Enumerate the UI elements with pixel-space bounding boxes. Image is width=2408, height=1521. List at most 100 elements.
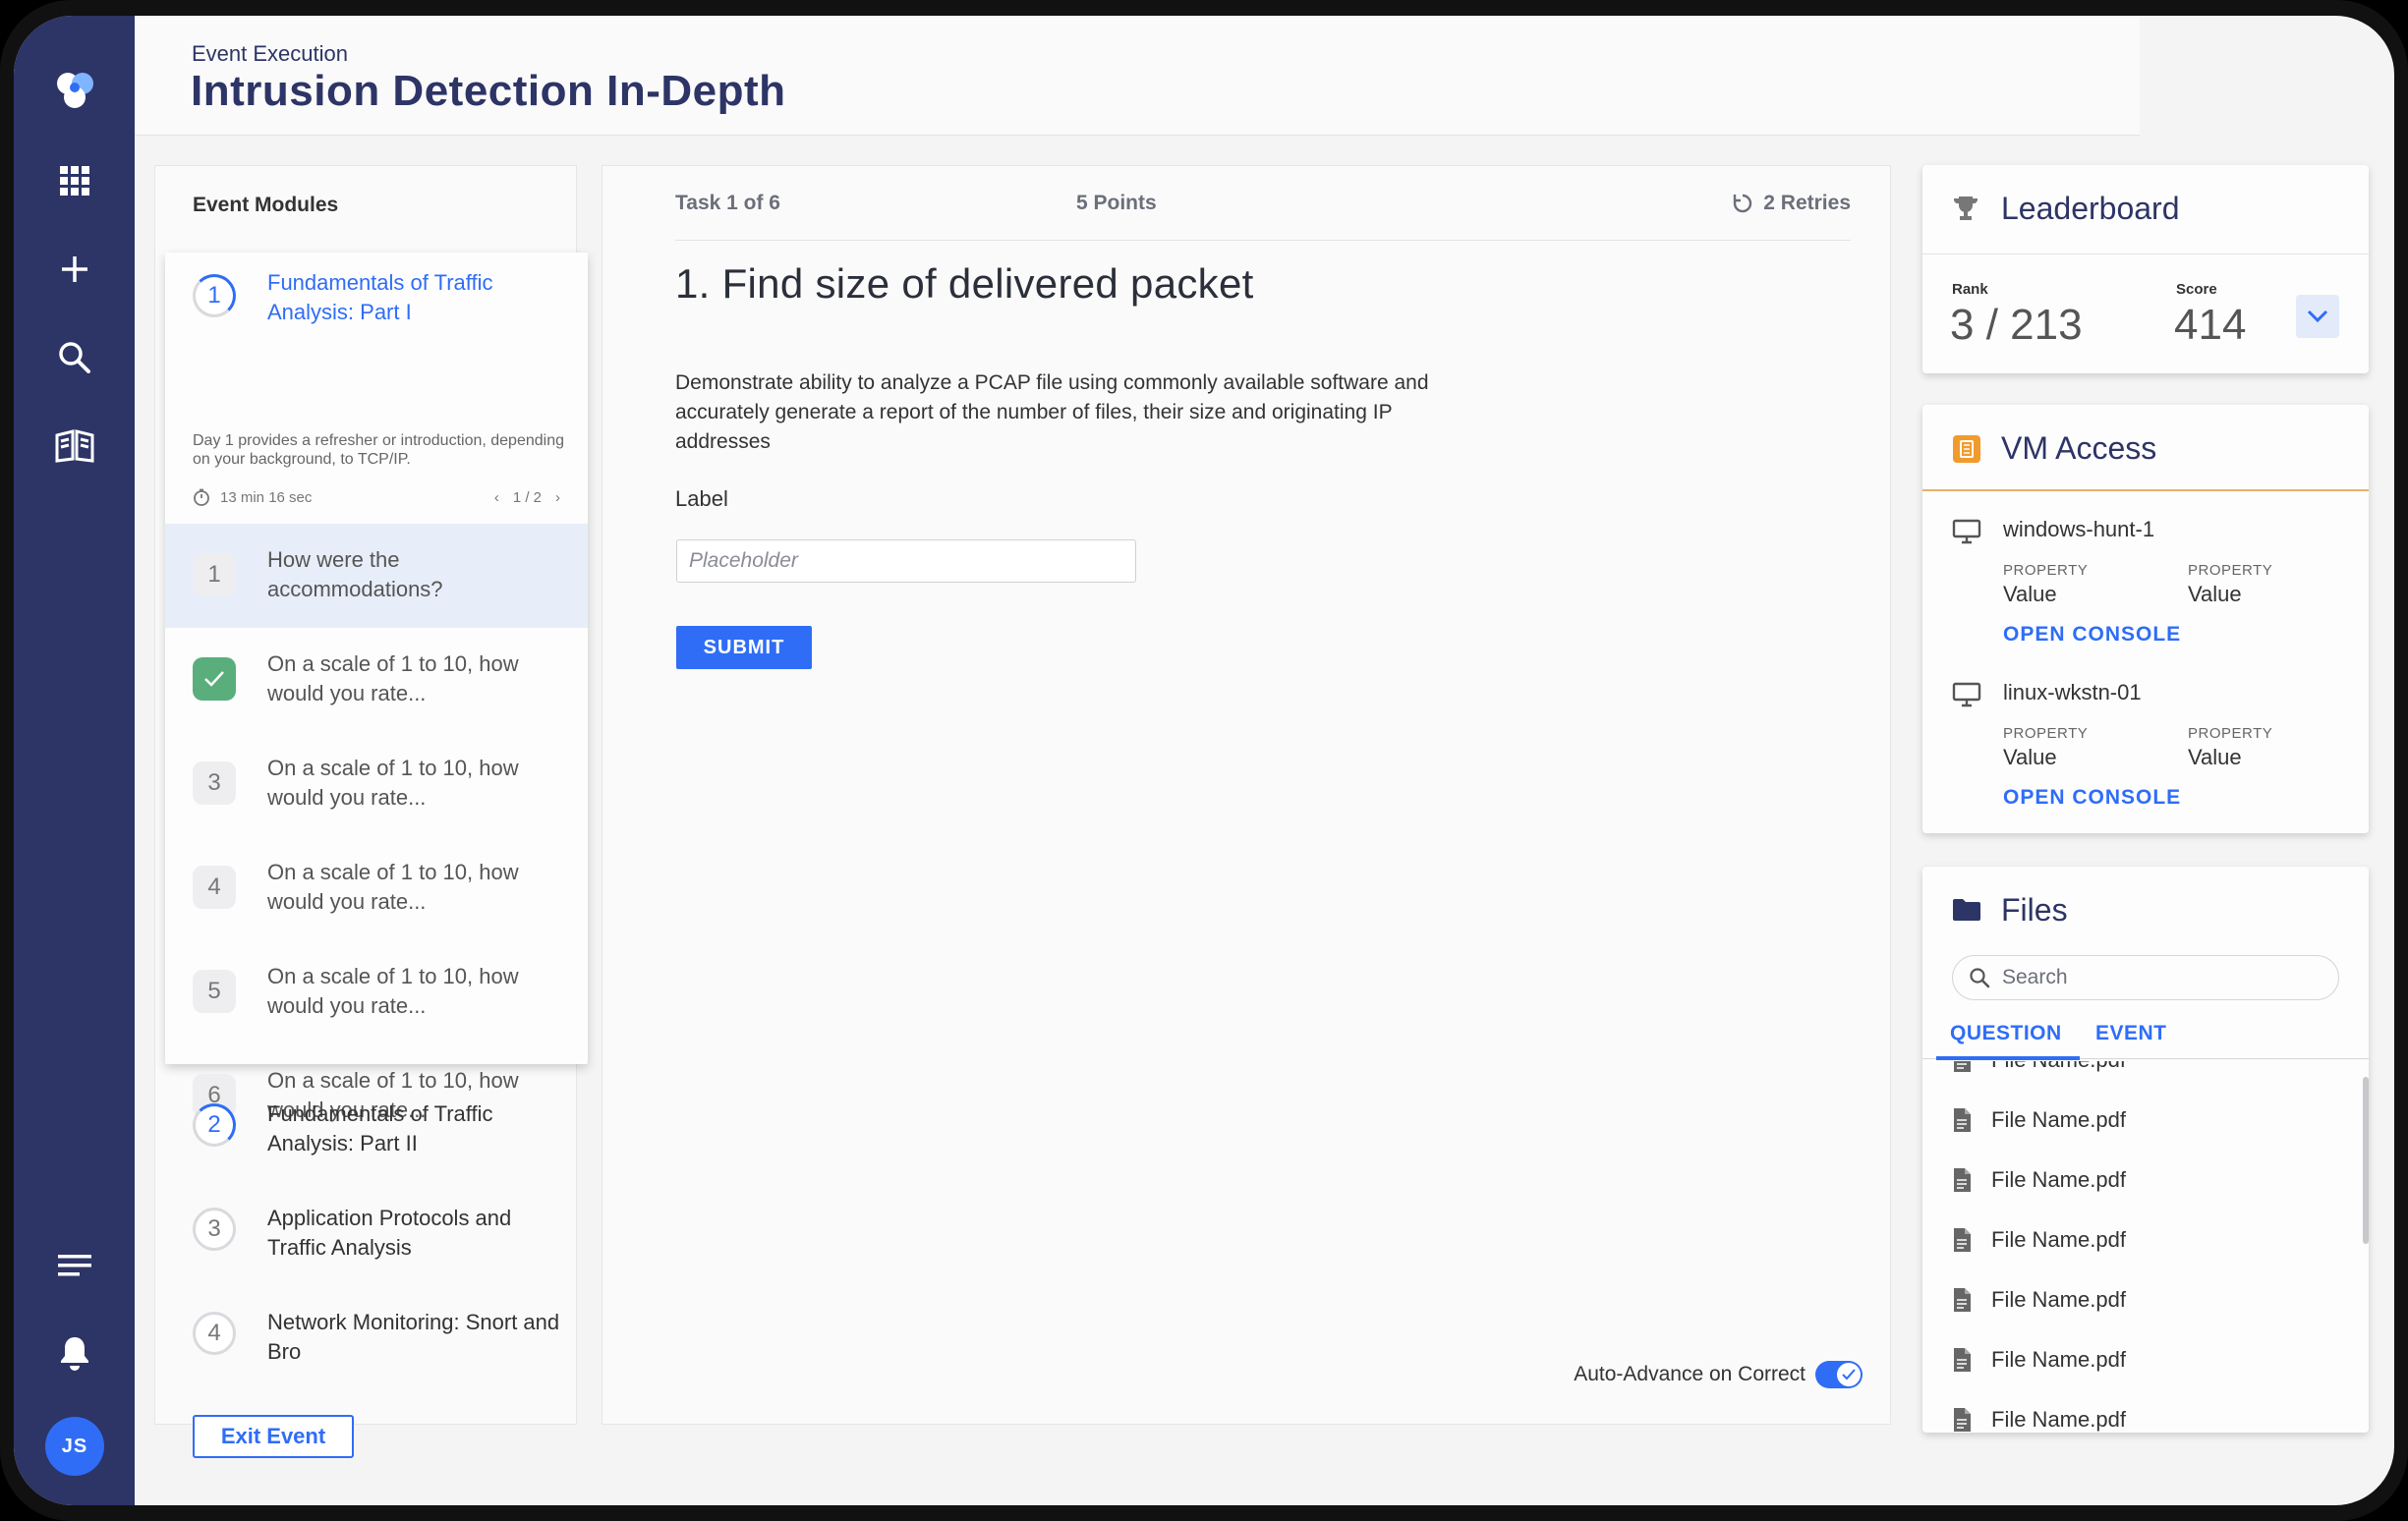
- task-topbar: Task 1 of 6 5 Points 2 Retries: [675, 166, 1851, 241]
- check-icon: [1837, 1363, 1861, 1386]
- task-list-item[interactable]: 5 On a scale of 1 to 10, how would you ra…: [165, 940, 588, 1044]
- active-module-description: Day 1 provides a refresher or introducti…: [193, 432, 564, 468]
- library-icon[interactable]: [14, 417, 135, 476]
- vm-access-card: VM Access windows-hunt-1 PROPERTY Value …: [1922, 405, 2369, 833]
- task-number: 1: [193, 553, 236, 596]
- files-search-placeholder: Search: [2002, 966, 2068, 988]
- module-progress-ring: 3: [193, 1208, 236, 1251]
- apps-grid-icon[interactable]: [14, 151, 135, 210]
- plus-icon[interactable]: [14, 240, 135, 299]
- module-title[interactable]: Fundamentals of Traffic Analysis: Part I…: [267, 1099, 562, 1158]
- app-screen: JS Event Execution Intrusion Detection I…: [14, 16, 2394, 1505]
- rank-value: 3 / 213: [1950, 301, 2083, 349]
- file-list: File Name.pdf File Name.pdf File Name.pdf F…: [1922, 1061, 2369, 1433]
- vm-property-value: Value: [2003, 745, 2057, 769]
- module-progress-ring: 2: [193, 1103, 236, 1147]
- modules-heading: Event Modules: [193, 194, 339, 216]
- file-list-item[interactable]: File Name.pdf: [1952, 1287, 2126, 1313]
- active-module-meta: 13 min 16 sec ‹ 1 / 2 ›: [193, 488, 560, 506]
- chevron-left-icon[interactable]: ‹: [494, 489, 499, 506]
- task-number: 5: [193, 970, 236, 1013]
- document-icon: [1954, 1228, 1971, 1252]
- task-list-item[interactable]: 4 On a scale of 1 to 10, how would you ra…: [165, 836, 588, 940]
- file-name: File Name.pdf: [1991, 1287, 2126, 1312]
- file-list-item[interactable]: File Name.pdf: [1952, 1347, 2126, 1373]
- event-modules-panel: Event Modules 1 Fundamentals of Traffic …: [154, 165, 588, 1425]
- pager-text: 1 / 2: [512, 488, 542, 506]
- search-icon: [1970, 968, 1990, 988]
- file-list-item[interactable]: File Name.pdf: [1952, 1167, 2126, 1193]
- task-list-text: On a scale of 1 to 10, how would you rat…: [267, 756, 519, 810]
- file-name: File Name.pdf: [1991, 1407, 2126, 1432]
- logo-icon[interactable]: [14, 61, 135, 120]
- page-eyebrow: Event Execution: [192, 41, 348, 66]
- leaderboard-title: Leaderboard: [2001, 191, 2180, 226]
- answer-input[interactable]: [676, 539, 1136, 583]
- module-title[interactable]: Network Monitoring: Snort and Bro: [267, 1308, 562, 1367]
- auto-advance-toggle[interactable]: [1815, 1361, 1863, 1388]
- file-list-item[interactable]: File Name.pdf: [1952, 1407, 2126, 1433]
- page-header: Event Execution Intrusion Detection In-D…: [135, 18, 2140, 136]
- exit-event-button[interactable]: Exit Event: [193, 1415, 354, 1458]
- file-list-item[interactable]: File Name.pdf: [1952, 1107, 2126, 1133]
- task-list-text: On a scale of 1 to 10, how would you rat…: [267, 651, 519, 705]
- monitor-icon: [1952, 519, 1981, 549]
- monitor-icon: [1952, 682, 1981, 712]
- file-name: File Name.pdf: [1991, 1107, 2126, 1132]
- vm-property-key: PROPERTY: [2003, 725, 2089, 742]
- files-title: Files: [2001, 892, 2068, 928]
- files-tabs: QUESTION EVENT: [1922, 1010, 2369, 1060]
- task-panel: Task 1 of 6 5 Points 2 Retries 1. Find s…: [602, 165, 1891, 1425]
- timer-icon: [194, 488, 209, 506]
- module-progress-ring: 1: [193, 274, 236, 317]
- leaderboard-expand-button[interactable]: [2296, 295, 2339, 338]
- task-list-text: On a scale of 1 to 10, how would you rat…: [267, 860, 519, 914]
- auto-advance-label: Auto-Advance on Correct: [1574, 1363, 1806, 1385]
- document-icon: [1954, 1348, 1971, 1372]
- document-icon: [1954, 1288, 1971, 1312]
- retries-text: 2 Retries: [1763, 192, 1851, 214]
- server-icon: [1952, 434, 1981, 469]
- vm-name: linux-wkstn-01: [2003, 680, 2142, 704]
- task-description: Demonstrate ability to analyze a PCAP fi…: [675, 371, 1429, 453]
- task-list-item[interactable]: On a scale of 1 to 10, how would you rat…: [165, 628, 588, 732]
- file-list-item[interactable]: File Name.pdf: [1952, 1061, 2126, 1073]
- active-module-title[interactable]: Fundamentals of Traffic Analysis: Part I: [267, 268, 562, 327]
- file-name: File Name.pdf: [1991, 1227, 2126, 1252]
- vm-property-value: Value: [2188, 745, 2242, 769]
- files-search-input[interactable]: Search: [1952, 955, 2339, 1000]
- file-name: File Name.pdf: [1991, 1061, 2126, 1073]
- file-list-item[interactable]: File Name.pdf: [1952, 1227, 2126, 1253]
- device-frame: JS Event Execution Intrusion Detection I…: [0, 0, 2408, 1521]
- tab-event[interactable]: EVENT: [2095, 1022, 2167, 1045]
- search-icon[interactable]: [14, 328, 135, 387]
- bell-icon[interactable]: [14, 1324, 135, 1383]
- task-number: 4: [193, 866, 236, 909]
- vm-property-key: PROPERTY: [2003, 562, 2089, 579]
- trophy-icon: [1952, 195, 1979, 227]
- module-time: 13 min 16 sec: [220, 488, 313, 506]
- task-number: 3: [193, 761, 236, 805]
- module-title[interactable]: Application Protocols and Traffic Analys…: [267, 1204, 562, 1263]
- task-list-item[interactable]: 1 How were the accommodations?: [165, 524, 588, 628]
- rank-label: Rank: [1952, 281, 1988, 298]
- divider: [1922, 489, 2369, 491]
- chevron-right-icon[interactable]: ›: [555, 489, 560, 506]
- score-label: Score: [2176, 281, 2217, 298]
- menu-icon[interactable]: [14, 1236, 135, 1295]
- document-icon: [1954, 1408, 1971, 1432]
- file-list-scrollbar[interactable]: [2363, 1077, 2369, 1244]
- tab-question[interactable]: QUESTION: [1936, 1022, 2080, 1060]
- submit-button[interactable]: SUBMIT: [676, 626, 812, 669]
- module-pager: ‹ 1 / 2 ›: [494, 489, 560, 506]
- file-name: File Name.pdf: [1991, 1167, 2126, 1192]
- vm-property-key: PROPERTY: [2188, 725, 2273, 742]
- task-counter: Task 1 of 6: [675, 192, 780, 214]
- open-console-button[interactable]: OPEN CONSOLE: [2003, 623, 2181, 647]
- task-list-item[interactable]: 3 On a scale of 1 to 10, how would you ra…: [165, 732, 588, 836]
- page-title: Intrusion Detection In-Depth: [191, 67, 786, 115]
- auto-advance: Auto-Advance on Correct: [1574, 1361, 1863, 1388]
- open-console-button[interactable]: OPEN CONSOLE: [2003, 786, 2181, 810]
- avatar[interactable]: JS: [45, 1417, 104, 1476]
- module-progress-ring: 4: [193, 1312, 236, 1355]
